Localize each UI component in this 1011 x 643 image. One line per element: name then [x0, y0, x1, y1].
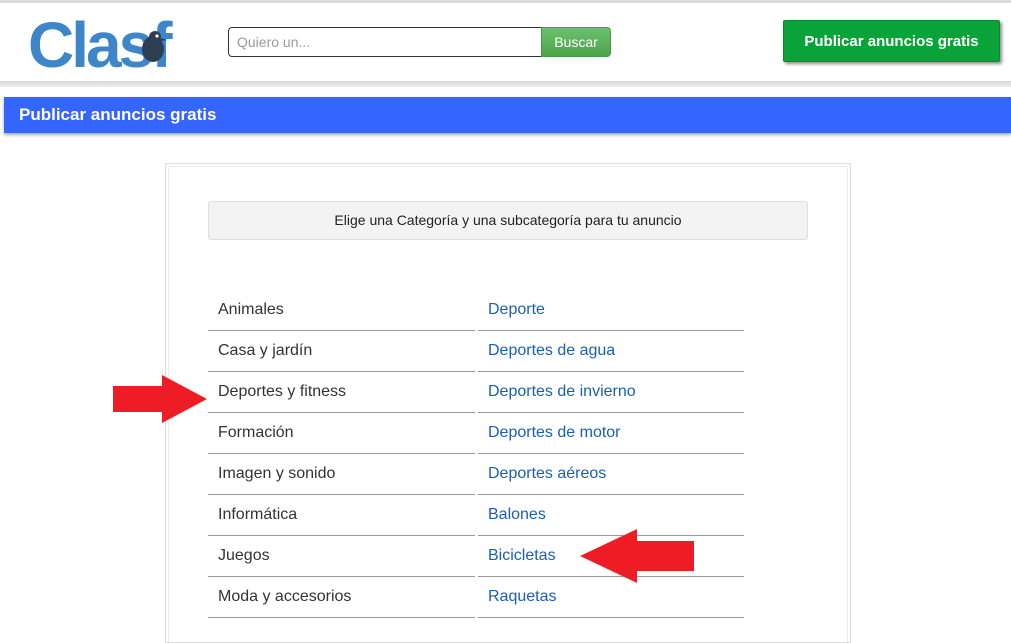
category-item[interactable]: Animales [208, 290, 475, 331]
category-item[interactable]: Formación [208, 413, 475, 454]
search-button[interactable]: Buscar [541, 27, 611, 57]
search-input[interactable] [228, 27, 542, 57]
red-arrow-right-icon [113, 375, 207, 423]
subcategory-link[interactable]: Deportes aéreos [478, 454, 744, 495]
category-item[interactable]: Juegos [208, 536, 475, 577]
page-title-bar: Publicar anuncios gratis [4, 97, 1011, 133]
category-item[interactable]: Moda y accesorios [208, 577, 475, 618]
category-list: Animales Casa y jardín Deportes y fitnes… [208, 290, 475, 618]
header-divider [0, 81, 1011, 87]
category-item[interactable]: Informática [208, 495, 475, 536]
subcategory-link[interactable]: Deporte [478, 290, 744, 331]
publish-ads-button[interactable]: Publicar anuncios gratis [783, 20, 1000, 62]
red-arrow-left-icon [580, 529, 694, 583]
subcategory-link[interactable]: Deportes de agua [478, 331, 744, 372]
site-header: Clasf Buscar Publicar anuncios gratis [0, 3, 1011, 81]
page-title: Publicar anuncios gratis [19, 105, 217, 124]
category-item[interactable]: Deportes y fitness [208, 372, 475, 413]
subcategory-link[interactable]: Deportes de invierno [478, 372, 744, 413]
category-item[interactable]: Imagen y sonido [208, 454, 475, 495]
clasf-logo[interactable]: Clasf [28, 9, 192, 81]
category-instruction: Elige una Categoría y una subcategoría p… [208, 201, 808, 240]
subcategory-link[interactable]: Deportes de motor [478, 413, 744, 454]
category-item[interactable]: Casa y jardín [208, 331, 475, 372]
